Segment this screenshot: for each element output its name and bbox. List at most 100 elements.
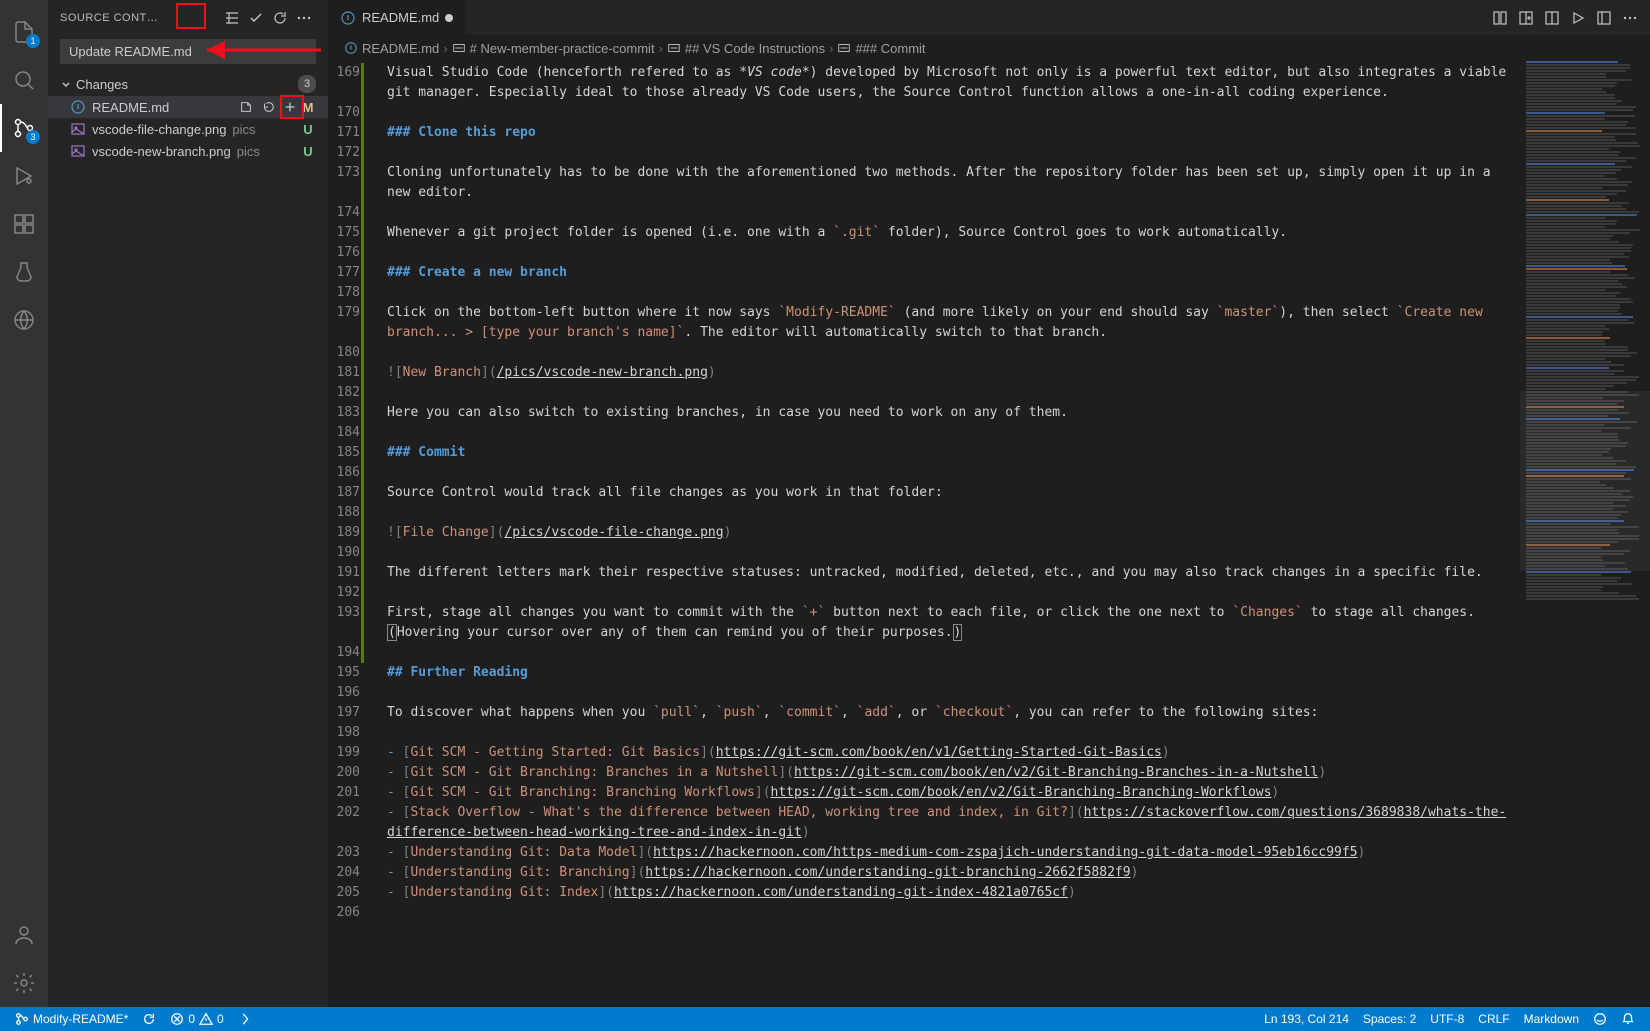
line-number: 183 (328, 403, 360, 423)
file-status-letter: M (300, 100, 316, 115)
code-line[interactable] (381, 463, 1520, 483)
changes-section-header[interactable]: Changes 3 (48, 72, 328, 96)
code-line[interactable] (381, 103, 1520, 123)
indentation-status[interactable]: Spaces: 2 (1356, 1007, 1423, 1031)
code-line[interactable]: - [Git SCM - Git Branching: Branching Wo… (381, 783, 1520, 803)
code-line[interactable]: - [Understanding Git: Data Model](https:… (381, 843, 1520, 863)
code-line[interactable]: To discover what happens when you `pull`… (381, 703, 1520, 723)
changed-file-row[interactable]: README.md M (48, 96, 328, 118)
branch-status[interactable]: Modify-README* (8, 1007, 135, 1031)
code-line[interactable]: - [Git SCM - Git Branching: Branches in … (381, 763, 1520, 783)
view-as-tree-icon[interactable] (220, 6, 244, 30)
run-debug-tab[interactable] (0, 152, 48, 200)
code-line[interactable]: Click on the bottom-left button where it… (381, 303, 1520, 343)
cursor-position-status[interactable]: Ln 193, Col 214 (1257, 1007, 1356, 1031)
line-number-gutter: 1691701711721731741751761771781791801811… (328, 61, 378, 1007)
discard-changes-icon[interactable] (258, 97, 278, 117)
line-number: 171 (328, 123, 360, 143)
more-icon[interactable] (1622, 10, 1638, 26)
code-line[interactable] (381, 203, 1520, 223)
code-line[interactable]: First, stage all changes you want to com… (381, 603, 1520, 643)
code-line[interactable]: Here you can also switch to existing bra… (381, 403, 1520, 423)
sync-status[interactable] (135, 1007, 163, 1031)
code-line[interactable] (381, 423, 1520, 443)
more-actions-icon[interactable] (292, 6, 316, 30)
encoding-status[interactable]: UTF-8 (1423, 1007, 1471, 1031)
refresh-icon[interactable] (268, 6, 292, 30)
code-line[interactable] (381, 683, 1520, 703)
testing-tab[interactable] (0, 248, 48, 296)
extensions-tab[interactable] (0, 200, 48, 248)
live-share-status[interactable] (231, 1007, 259, 1031)
code-editor[interactable]: Visual Studio Code (henceforth refered t… (378, 61, 1520, 1007)
commit-message-input[interactable] (60, 39, 316, 64)
github-tab[interactable] (0, 296, 48, 344)
tab-readme[interactable]: README.md (328, 0, 466, 35)
code-line[interactable] (381, 343, 1520, 363)
code-line[interactable] (381, 383, 1520, 403)
accounts-button[interactable] (0, 911, 48, 959)
code-line[interactable] (381, 583, 1520, 603)
minimap[interactable] (1520, 61, 1650, 1007)
changed-file-row[interactable]: vscode-file-change.png pics U (48, 118, 328, 140)
line-number: 195 (328, 663, 360, 683)
line-number: 197 (328, 703, 360, 723)
breadcrumb-item[interactable]: # New-member-practice-commit (452, 41, 655, 56)
line-number: 192 (328, 583, 360, 603)
language-status[interactable]: Markdown (1517, 1007, 1586, 1031)
layout-icon[interactable] (1596, 10, 1612, 26)
code-line[interactable]: ![File Change](/pics/vscode-file-change.… (381, 523, 1520, 543)
code-line[interactable]: ### Commit (381, 443, 1520, 463)
code-line[interactable] (381, 643, 1520, 663)
breadcrumb-item[interactable]: ### Commit (837, 41, 925, 56)
line-number: 169 (328, 63, 360, 103)
stage-changes-icon[interactable] (280, 97, 300, 117)
code-line[interactable]: Cloning unfortunately has to be done wit… (381, 163, 1520, 203)
commit-check-icon[interactable] (244, 6, 268, 30)
code-line[interactable]: The different letters mark their respect… (381, 563, 1520, 583)
code-line[interactable] (381, 143, 1520, 163)
code-line[interactable] (381, 723, 1520, 743)
feedback-icon[interactable] (1586, 1007, 1614, 1031)
code-line[interactable]: - [Stack Overflow - What's the differenc… (381, 803, 1520, 843)
code-line[interactable]: Visual Studio Code (henceforth refered t… (381, 63, 1520, 103)
eol-status[interactable]: CRLF (1471, 1007, 1516, 1031)
notifications-icon[interactable] (1614, 1007, 1642, 1031)
code-line[interactable]: ### Create a new branch (381, 263, 1520, 283)
explorer-badge: 1 (26, 34, 40, 48)
code-line[interactable]: - [Git SCM - Getting Started: Git Basics… (381, 743, 1520, 763)
code-line[interactable]: Source Control would track all file chan… (381, 483, 1520, 503)
line-number: 184 (328, 423, 360, 443)
sidebar-title: SOURCE CONT… (60, 12, 220, 24)
code-line[interactable]: ## Further Reading (381, 663, 1520, 683)
code-line[interactable] (381, 243, 1520, 263)
open-file-icon[interactable] (236, 97, 256, 117)
source-control-tab[interactable]: 3 (0, 104, 48, 152)
code-line[interactable]: ![New Branch](/pics/vscode-new-branch.pn… (381, 363, 1520, 383)
open-changes-icon[interactable] (1492, 10, 1508, 26)
changed-file-row[interactable]: vscode-new-branch.png pics U (48, 140, 328, 162)
code-line[interactable]: ### Clone this repo (381, 123, 1520, 143)
run-icon[interactable] (1570, 10, 1586, 26)
dirty-indicator-icon (445, 14, 453, 22)
explorer-tab[interactable]: 1 (0, 8, 48, 56)
settings-button[interactable] (0, 959, 48, 1007)
code-line[interactable]: Whenever a git project folder is opened … (381, 223, 1520, 243)
split-editor-icon[interactable] (1544, 10, 1560, 26)
code-line[interactable] (381, 503, 1520, 523)
line-number: 170 (328, 103, 360, 123)
code-line[interactable]: - [Understanding Git: Index](https://hac… (381, 883, 1520, 903)
line-number: 191 (328, 563, 360, 583)
code-line[interactable] (381, 283, 1520, 303)
breadcrumb[interactable]: README.md›# New-member-practice-commit›#… (328, 35, 1650, 61)
code-line[interactable]: - [Understanding Git: Branching](https:/… (381, 863, 1520, 883)
code-line[interactable] (381, 903, 1520, 923)
problems-status[interactable]: 0 0 (163, 1007, 230, 1031)
toggle-preview-icon[interactable] (1518, 10, 1534, 26)
line-number: 196 (328, 683, 360, 703)
file-type-icon (70, 143, 86, 159)
search-tab[interactable] (0, 56, 48, 104)
breadcrumb-item[interactable]: README.md (344, 41, 439, 56)
breadcrumb-item[interactable]: ## VS Code Instructions (667, 41, 825, 56)
code-line[interactable] (381, 543, 1520, 563)
